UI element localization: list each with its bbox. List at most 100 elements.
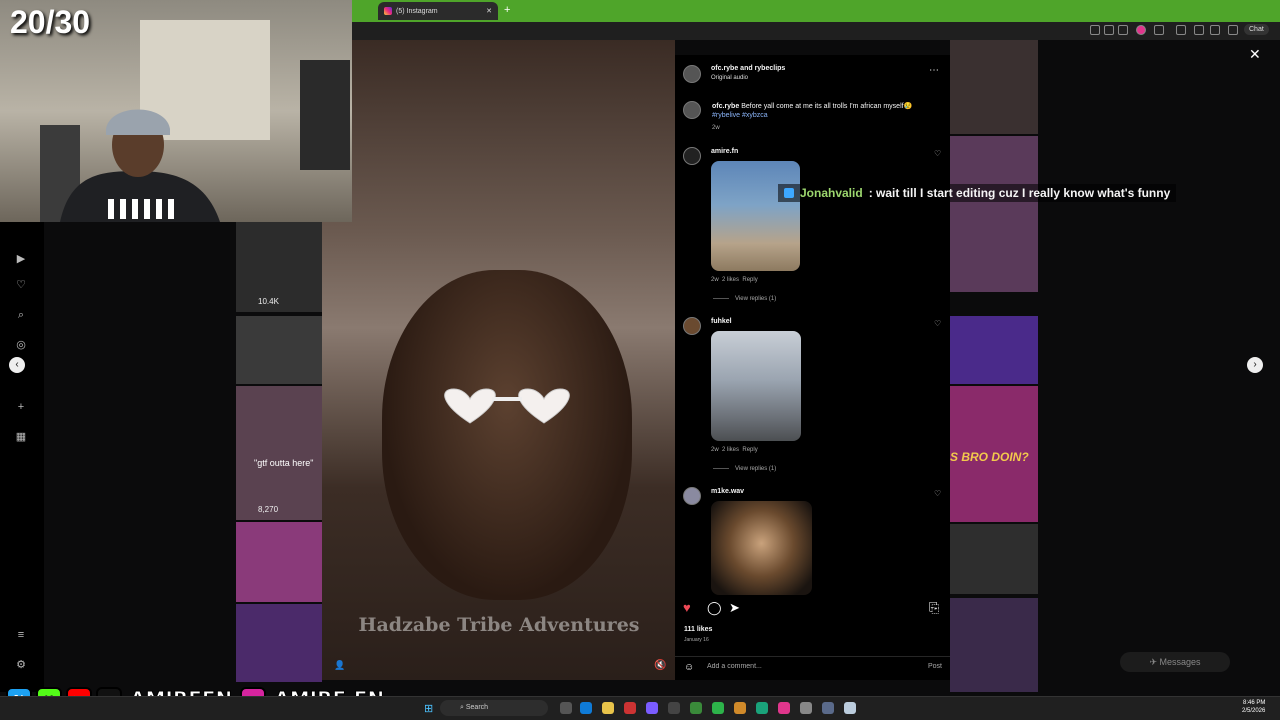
close-tab-icon[interactable]: ✕ xyxy=(486,7,492,15)
notifications-icon[interactable]: ♡ xyxy=(14,278,28,292)
task-view-icon[interactable] xyxy=(560,702,572,714)
feed-thumbnail[interactable] xyxy=(950,136,1038,292)
app-icon[interactable] xyxy=(624,702,636,714)
explore-icon[interactable]: ◎ xyxy=(14,338,28,352)
share-icon[interactable]: ➤ xyxy=(729,600,740,616)
avatar[interactable] xyxy=(683,147,701,165)
post-author[interactable]: ofc.rybe and rybeclips xyxy=(711,65,785,72)
view-replies-button[interactable]: View replies (1) xyxy=(713,466,776,472)
toolbar-icon[interactable] xyxy=(1090,25,1100,35)
feed-thumbnail[interactable]: S BRO DOIN? xyxy=(950,386,1038,522)
discord-icon[interactable] xyxy=(646,702,658,714)
comment-like-icon[interactable]: ♡ xyxy=(934,489,941,498)
app-icon[interactable] xyxy=(756,702,768,714)
thumbnail-caption: "gtf outta here" xyxy=(254,458,314,468)
comment-user[interactable]: amire.fn xyxy=(711,148,738,155)
extension-icon[interactable] xyxy=(1154,25,1164,35)
app-icon[interactable] xyxy=(734,702,746,714)
avatar[interactable] xyxy=(683,101,701,119)
post-button[interactable]: Post xyxy=(928,663,942,670)
comment-like-icon[interactable]: ♡ xyxy=(934,149,941,158)
extension-icon[interactable] xyxy=(1136,25,1146,35)
xbox-icon[interactable] xyxy=(712,702,724,714)
copilot-chat-button[interactable]: Chat xyxy=(1244,24,1269,35)
post-date: January 16 xyxy=(684,637,709,643)
comment-user[interactable]: fuhkel xyxy=(711,318,732,325)
close-icon[interactable]: ✕ xyxy=(1249,46,1261,63)
emoji-icon[interactable]: ☺ xyxy=(684,662,694,673)
reels-icon[interactable]: ▶ xyxy=(14,252,28,266)
comment-user[interactable]: m1ke.wav xyxy=(711,488,744,495)
view-replies-button[interactable]: View replies (1) xyxy=(713,296,776,302)
chrome-icon[interactable] xyxy=(602,702,614,714)
favorites-icon[interactable] xyxy=(1194,25,1204,35)
view-count: 10.4K xyxy=(258,297,279,306)
dashboard-icon[interactable]: ▦ xyxy=(14,430,28,444)
new-tab-button[interactable]: + xyxy=(504,4,510,16)
feed-thumbnail[interactable]: "gtf outta here" 8,270 xyxy=(236,386,322,520)
app-icon[interactable] xyxy=(844,702,856,714)
app-icon[interactable] xyxy=(778,702,790,714)
app-icon[interactable] xyxy=(800,702,812,714)
webcam-overlay: 20/30 xyxy=(0,0,352,222)
video-watermark: Hadzabe Tribe Adventures xyxy=(358,614,640,636)
comment-likes[interactable]: 2 likes xyxy=(722,277,739,283)
feed-thumbnail[interactable] xyxy=(236,316,322,384)
taskbar-search[interactable]: ⌕ Search xyxy=(440,700,548,716)
app-icon[interactable] xyxy=(668,702,680,714)
messages-button[interactable]: ✈ Messages xyxy=(1120,652,1230,672)
instagram-sidebar: ▶ ♡ ⌕ ◎ + ▦ ≡ ⚙ xyxy=(0,222,44,692)
comment-gif[interactable] xyxy=(711,331,801,441)
menu-icon[interactable]: ≡ xyxy=(14,628,28,642)
browser-tab[interactable]: (5) Instagram ✕ xyxy=(378,2,498,20)
feed-thumbnail[interactable] xyxy=(950,598,1038,692)
instagram-icon xyxy=(384,7,392,15)
feed-thumbnail[interactable]: 10.4K xyxy=(236,222,322,312)
heart-sunglasses-icon xyxy=(444,388,570,424)
search-icon[interactable]: ⌕ xyxy=(14,308,28,322)
feed-thumbnail[interactable] xyxy=(950,40,1038,134)
create-icon[interactable]: + xyxy=(14,400,28,414)
windows-start-icon[interactable]: ⊞ xyxy=(424,702,433,715)
settings-icon[interactable] xyxy=(1176,25,1186,35)
feed-thumbnail[interactable] xyxy=(236,522,322,602)
more-options-icon[interactable]: ⋯ xyxy=(929,65,939,76)
caption-user[interactable]: ofc.rybe xyxy=(712,103,739,110)
post-video[interactable]: Hadzabe Tribe Adventures 👤 🔇 xyxy=(322,40,675,680)
meta-icon[interactable]: ⚙ xyxy=(14,658,28,672)
comment-like-icon[interactable]: ♡ xyxy=(934,319,941,328)
comment-icon[interactable]: ◯ xyxy=(707,600,722,616)
mute-icon[interactable]: 🔇 xyxy=(654,660,666,671)
reply-button[interactable]: Reply xyxy=(742,447,757,453)
comment-time: 2w xyxy=(711,447,719,453)
more-icon[interactable] xyxy=(1228,25,1238,35)
comment-gif[interactable] xyxy=(711,501,812,595)
save-icon[interactable]: ⎘ xyxy=(929,600,939,616)
comment-likes[interactable]: 2 likes xyxy=(722,447,739,453)
app-icon[interactable] xyxy=(690,702,702,714)
like-count[interactable]: 111 likes xyxy=(684,626,712,633)
settings-icon[interactable] xyxy=(822,702,834,714)
avatar[interactable] xyxy=(683,487,701,505)
feed-thumbnail[interactable] xyxy=(950,524,1038,594)
reply-button[interactable]: Reply xyxy=(742,277,757,283)
caption-hashtags[interactable]: #rybelive #xybzca xyxy=(712,112,768,119)
collections-icon[interactable] xyxy=(1210,25,1220,35)
zoom-icon[interactable] xyxy=(1104,25,1114,35)
feed-thumbnail[interactable] xyxy=(950,316,1038,384)
edge-icon[interactable] xyxy=(580,702,592,714)
audio-label[interactable]: Original audio xyxy=(711,75,748,81)
favorite-icon[interactable] xyxy=(1118,25,1128,35)
avatar[interactable] xyxy=(683,65,701,83)
streamer-silhouette xyxy=(40,109,220,222)
comment-gif[interactable] xyxy=(711,161,800,271)
taskbar-clock[interactable]: 8:46 PM 2/5/2026 xyxy=(1242,699,1265,715)
comment-input[interactable] xyxy=(705,662,909,671)
next-post-icon[interactable]: › xyxy=(1247,357,1263,373)
previous-post-icon[interactable]: ‹ xyxy=(9,357,25,373)
comment-time: 2w xyxy=(711,277,719,283)
tagged-people-icon[interactable]: 👤 xyxy=(334,660,345,671)
avatar[interactable] xyxy=(683,317,701,335)
feed-thumbnail[interactable] xyxy=(236,604,322,682)
like-icon[interactable]: ♥ xyxy=(683,600,691,615)
